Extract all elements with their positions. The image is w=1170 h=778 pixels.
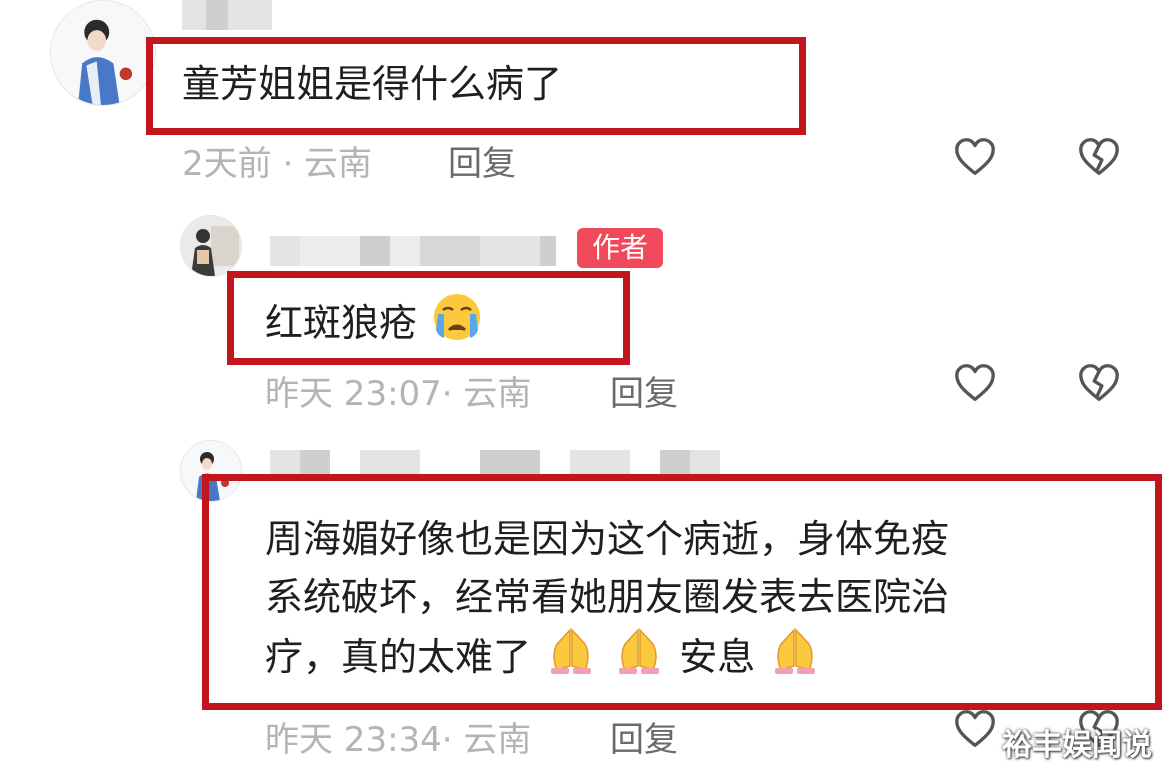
comment-meta: 昨天 23:34· 云南 [265,720,532,760]
broken-heart-icon [1079,138,1119,175]
reply-button[interactable]: 回复 [448,136,516,185]
folded-hands-emoji [611,626,667,692]
comment-text-line: 系统破坏，经常看她朋友圈发表去医院治 [265,575,950,619]
like-button[interactable] [952,360,998,406]
folded-hands-emoji [767,626,823,692]
avatar-image [51,1,155,105]
folded-hands-emoji [543,626,599,692]
reply-button[interactable]: 回复 [610,712,678,761]
username-blurred[interactable] [270,236,556,266]
avatar[interactable] [50,0,156,106]
crying-face-emoji [429,292,485,351]
heart-outline-icon [955,138,995,175]
comment-text-segment: 疗，真的太难了 [265,635,532,679]
comment-text-line: 周海媚好像也是因为这个病逝，身体免疫 [265,517,950,561]
heart-outline-icon [955,710,995,747]
watermark: 裕丰娱闻说 [1002,728,1152,763]
comment-text-line: 疗，真的太难了 安息 [265,626,1155,692]
avatar[interactable] [180,215,242,277]
dislike-button[interactable] [1076,134,1122,180]
comment-text: 红斑狼疮 [265,292,485,351]
like-button[interactable] [952,134,998,180]
reply-button[interactable]: 回复 [610,366,678,415]
dislike-button[interactable] [1076,360,1122,406]
heart-outline-icon [955,364,995,401]
avatar-image [181,216,241,276]
comment-meta: 2天前 · 云南 [182,144,373,184]
author-badge: 作者 [577,228,663,268]
username-blurred[interactable] [182,0,272,30]
like-button[interactable] [952,706,998,752]
comment-text: 周海媚好像也是因为这个病逝，身体免疫 系统破坏，经常看她朋友圈发表去医院治 疗，… [265,510,1155,692]
broken-heart-icon [1079,364,1119,401]
comment-text: 童芳姐姐是得什么病了 [182,62,563,106]
comment-text-segment: 安息 [679,635,756,679]
comment-meta: 昨天 23:07· 云南 [265,374,532,414]
comment-text-content: 红斑狼疮 [265,301,418,345]
